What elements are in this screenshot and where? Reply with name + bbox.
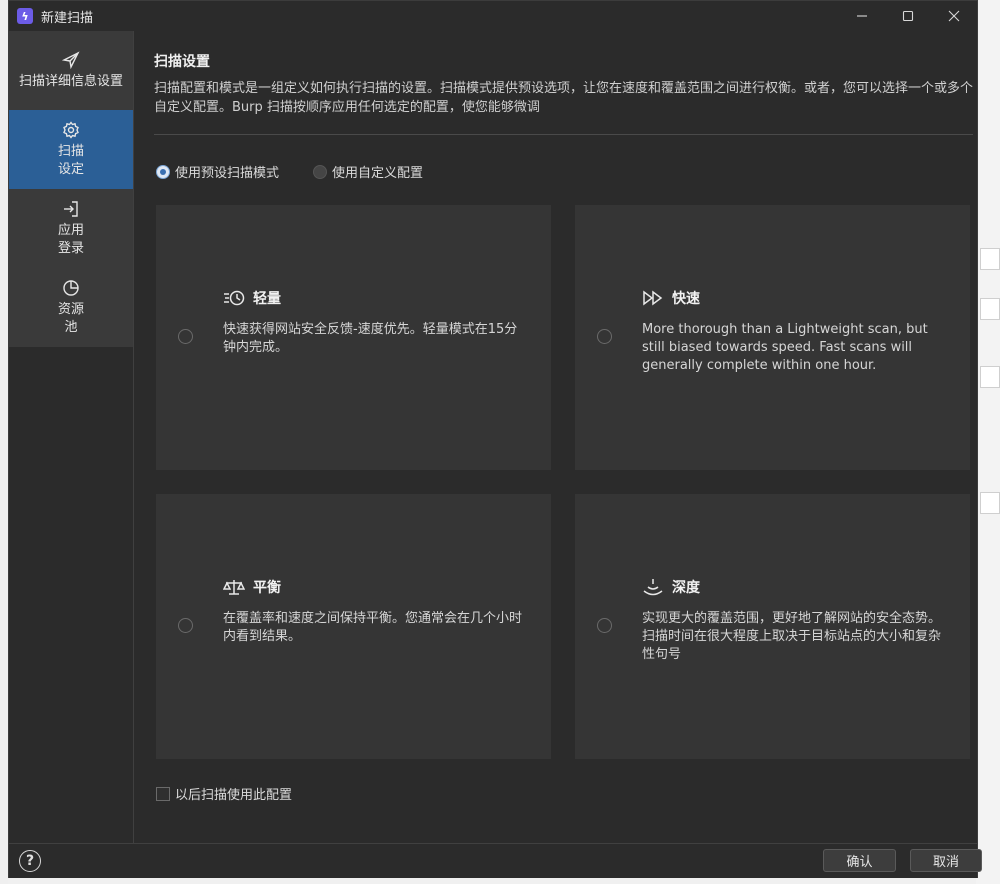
window-title: 新建扫描 (41, 10, 94, 26)
card-description: More thorough than a Lightweight scan, b… (642, 322, 928, 373)
pie-chart-icon (63, 279, 79, 296)
login-icon (64, 200, 78, 217)
preset-mode-label: 使用预设扫描模式 (175, 166, 280, 181)
sidebar-item-label: 资源 池 (57, 301, 84, 335)
title-bar: ϟ 新建扫描 (9, 1, 977, 31)
card-description: 快速获得网站安全反馈-速度优先。轻量模式在15分钟内完成。 (223, 322, 518, 355)
custom-config-option[interactable]: 使用自定义配置 (313, 162, 423, 181)
sidebar-item-label: 应用 登录 (57, 222, 84, 256)
preset-mode-option[interactable]: 使用预设扫描模式 (156, 162, 279, 181)
remember-config-option[interactable]: 以后扫描使用此配置 (156, 784, 292, 803)
dialog-footer: ? 确认 取消 (9, 843, 982, 878)
sidebar: 扫描详细信息设置 扫描 设定 应用 登录 资源 池 (9, 31, 133, 347)
sidebar-item-label: 扫描 设定 (57, 143, 84, 177)
divider (154, 134, 973, 135)
minimize-button[interactable] (839, 1, 885, 31)
new-scan-dialog: ϟ 新建扫描 扫描详细信息设置 扫描 设定 应用 登录 资源 池 扫描设置 扫描… (8, 0, 982, 878)
card-title: 快速 (672, 291, 700, 307)
background-app-left-edge (0, 0, 8, 884)
remember-config-label: 以后扫描使用此配置 (175, 788, 293, 803)
remember-config-checkbox[interactable] (156, 786, 170, 801)
deep-radio[interactable] (597, 618, 612, 633)
gear-icon (63, 120, 79, 139)
lightweight-radio[interactable] (178, 329, 193, 344)
background-fragment (980, 492, 1000, 514)
scan-mode-card-deep[interactable]: 深度 实现更大的覆盖范围，更好地了解网站的安全态势。扫描时间在很大程度上取决于目… (575, 494, 970, 759)
background-fragment (980, 366, 1000, 388)
scan-mode-card-fast[interactable]: 快速 More thorough than a Lightweight scan… (575, 205, 970, 470)
deep-signal-icon (643, 579, 663, 596)
cancel-button[interactable]: 取消 (910, 849, 982, 872)
sidebar-item-label: 扫描详细信息设置 (18, 73, 123, 89)
card-title: 深度 (672, 580, 700, 596)
fast-forward-icon (643, 290, 663, 306)
sidebar-item-app-login[interactable]: 应用 登录 (9, 189, 133, 268)
sidebar-item-resource-pool[interactable]: 资源 池 (9, 268, 133, 347)
balanced-radio[interactable] (178, 618, 193, 633)
close-button[interactable] (931, 1, 977, 31)
scale-icon (223, 580, 245, 595)
lightweight-clock-icon (224, 290, 245, 306)
sidebar-item-scan-details[interactable]: 扫描详细信息设置 (9, 31, 133, 110)
help-button[interactable]: ? (19, 850, 41, 872)
fast-radio[interactable] (597, 329, 612, 344)
card-description: 实现更大的覆盖范围，更好地了解网站的安全态势。扫描时间在很大程度上取决于目标站点… (642, 611, 942, 662)
preset-mode-radio[interactable] (156, 164, 170, 179)
ok-button[interactable]: 确认 (823, 849, 896, 872)
background-fragment (980, 298, 1000, 320)
minimize-icon (857, 15, 867, 17)
custom-config-radio[interactable] (313, 164, 327, 179)
page-description: 扫描配置和模式是一组定义如何执行扫描的设置。扫描模式提供预设选项，让您在速度和覆… (154, 81, 974, 115)
maximize-icon (902, 10, 914, 22)
background-fragment (980, 248, 1000, 270)
burp-logo-icon: ϟ (17, 8, 33, 24)
page-title: 扫描设置 (154, 54, 210, 70)
sidebar-item-scan-settings[interactable]: 扫描 设定 (9, 110, 133, 189)
scan-settings-panel: 扫描设置 扫描配置和模式是一组定义如何执行扫描的设置。扫描模式提供预设选项，让您… (134, 31, 979, 843)
maximize-button[interactable] (885, 1, 931, 31)
card-description: 在覆盖率和速度之间保持平衡。您通常会在几个小时内看到结果。 (223, 611, 523, 644)
card-title: 轻量 (253, 291, 281, 307)
scan-mode-card-balanced[interactable]: 平衡 在覆盖率和速度之间保持平衡。您通常会在几个小时内看到结果。 (156, 494, 551, 759)
send-icon (62, 50, 80, 69)
scan-mode-card-lightweight[interactable]: 轻量 快速获得网站安全反馈-速度优先。轻量模式在15分钟内完成。 (156, 205, 551, 470)
background-app-right-edge (976, 0, 1000, 884)
close-icon (948, 10, 960, 22)
card-title: 平衡 (253, 580, 281, 596)
custom-config-label: 使用自定义配置 (332, 166, 424, 181)
